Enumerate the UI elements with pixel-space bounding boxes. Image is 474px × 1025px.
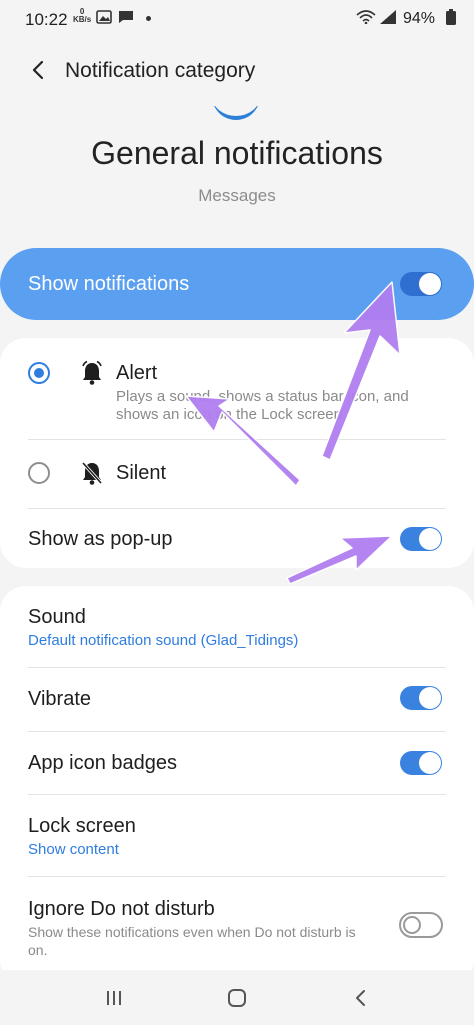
app-icon (212, 106, 260, 120)
popup-label[interactable]: Show as pop-up (28, 528, 173, 551)
message-icon (119, 11, 133, 23)
vibrate-toggle[interactable] (400, 686, 442, 710)
dnd-label[interactable]: Ignore Do not disturb (28, 898, 215, 921)
lock-screen-value[interactable]: Show content (28, 841, 119, 858)
show-notifications-toggle[interactable] (400, 272, 442, 296)
bell-off-icon (81, 461, 103, 485)
net-speed: 0 KB/s (73, 7, 92, 24)
bell-icon (82, 360, 102, 385)
dnd-description: Show these notifications even when Do no… (28, 924, 356, 958)
alert-radio[interactable] (28, 362, 50, 384)
sound-value[interactable]: Default notification sound (Glad_Tidings… (28, 632, 298, 649)
alert-style-card: Alert Plays a sound, shows a status bar … (0, 338, 474, 568)
battery-icon (446, 9, 456, 25)
signal-icon (380, 10, 396, 24)
sound-label[interactable]: Sound (28, 606, 86, 629)
divider (28, 731, 446, 732)
recents-icon[interactable] (104, 988, 124, 1008)
vibrate-label[interactable]: Vibrate (28, 688, 91, 711)
settings-card: Sound Default notification sound (Glad_T… (0, 586, 474, 986)
dnd-toggle[interactable] (399, 912, 443, 938)
page-title: Notification category (65, 59, 256, 82)
alert-label[interactable]: Alert (116, 362, 157, 385)
battery-level: 94% (403, 10, 436, 27)
wifi-icon (356, 10, 376, 24)
popup-toggle[interactable] (400, 527, 442, 551)
nav-back-icon[interactable] (351, 988, 371, 1008)
divider (28, 876, 446, 877)
notification-dot (146, 16, 151, 21)
home-icon[interactable] (227, 988, 247, 1008)
category-title: General notifications (91, 135, 383, 171)
divider (28, 667, 446, 668)
show-notifications-row[interactable]: Show notifications (0, 248, 474, 320)
silent-label[interactable]: Silent (116, 462, 166, 485)
divider (28, 508, 446, 509)
status-bar: 10:22 0 KB/s 94% (0, 0, 474, 38)
divider (28, 794, 446, 795)
app-name: Messages (198, 186, 276, 205)
navigation-bar (0, 970, 474, 1025)
back-arrow-icon[interactable] (27, 58, 51, 82)
lock-screen-label[interactable]: Lock screen (28, 815, 136, 838)
divider (28, 439, 446, 440)
image-icon (96, 10, 112, 24)
badges-toggle[interactable] (400, 751, 442, 775)
alert-description: Plays a sound, shows a status bar icon, … (116, 388, 409, 423)
silent-radio[interactable] (28, 462, 50, 484)
show-notifications-label: Show notifications (28, 273, 190, 295)
status-time: 10:22 (25, 10, 68, 29)
badges-label[interactable]: App icon badges (28, 752, 177, 775)
